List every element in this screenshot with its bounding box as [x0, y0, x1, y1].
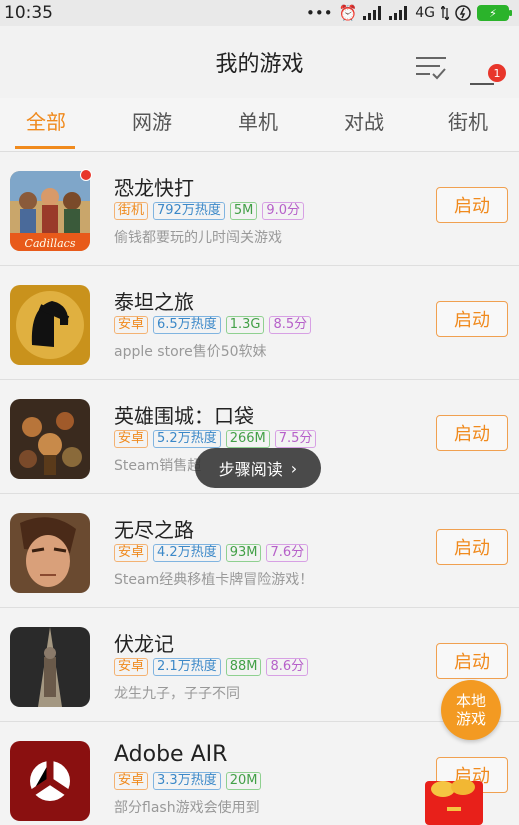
game-tags: 安卓 2.1万热度 88M 8.6分	[114, 658, 309, 676]
game-description: Steam经典移植卡牌冒险游戏！	[114, 572, 314, 588]
tab-arcade[interactable]: 街机	[428, 106, 508, 135]
game-title: 英雄围城：口袋	[114, 404, 254, 428]
launch-button[interactable]: 启动	[436, 301, 508, 337]
signal-icon	[363, 6, 382, 20]
step-reading-toast[interactable]: 步骤阅读 ›	[195, 448, 321, 488]
tag-score: 8.6分	[266, 658, 309, 676]
tag-type: 街机	[114, 202, 149, 220]
tag-size: 266M	[225, 430, 270, 448]
tag-heat: 792万热度	[153, 202, 225, 220]
game-description: apple store售价50软妹	[114, 344, 267, 360]
tag-heat: 3.3万热度	[153, 772, 221, 790]
category-tabs: 全部 网游 单机 对战 街机	[0, 98, 519, 152]
tag-type: 安卓	[114, 316, 149, 334]
tag-heat: 6.5万热度	[153, 316, 221, 334]
tag-size: 5M	[229, 202, 258, 220]
game-tags: 安卓 3.3万热度 20M	[114, 772, 262, 790]
active-tab-indicator	[15, 146, 75, 149]
game-row[interactable]: 无尽之路 安卓 4.2万热度 93M 7.6分 Steam经典移植卡牌冒险游戏！…	[0, 494, 519, 608]
game-icon-fulongji	[10, 627, 90, 707]
launch-button[interactable]: 启动	[436, 415, 508, 451]
status-icons: ••• ⏰ 4G ⚡	[306, 4, 512, 22]
tab-all[interactable]: 全部	[6, 106, 86, 135]
game-tags: 安卓 6.5万热度 1.3G 8.5分	[114, 316, 312, 334]
game-title: 泰坦之旅	[114, 290, 194, 314]
game-title: 伏龙记	[114, 632, 174, 656]
red-envelope-icon[interactable]	[423, 775, 485, 825]
tag-type: 安卓	[114, 658, 149, 676]
game-icon-hero-siege	[10, 399, 90, 479]
tag-heat: 2.1万热度	[153, 658, 221, 676]
tag-heat: 4.2万热度	[153, 544, 221, 562]
notification-badge: 1	[488, 64, 506, 82]
game-icon-titan	[10, 285, 90, 365]
tag-size: 88M	[225, 658, 262, 676]
tag-size: 1.3G	[225, 316, 265, 334]
game-row[interactable]: 泰坦之旅 安卓 6.5万热度 1.3G 8.5分 apple store售价50…	[0, 266, 519, 380]
toast-label: 步骤阅读	[218, 460, 283, 479]
wifi-lock-icon	[455, 5, 471, 21]
launch-button[interactable]: 启动	[436, 187, 508, 223]
game-title: Adobe AIR	[114, 742, 228, 767]
tag-score: 8.5分	[269, 316, 312, 334]
status-time: 10:35	[4, 3, 53, 23]
game-tags: 安卓 5.2万热度 266M 7.5分	[114, 430, 317, 448]
more-dots-icon: •••	[306, 4, 333, 22]
tag-score: 9.0分	[262, 202, 305, 220]
signal-icon-2	[389, 6, 408, 20]
tab-single[interactable]: 单机	[218, 106, 298, 135]
game-tags: 安卓 4.2万热度 93M 7.6分	[114, 544, 309, 562]
alarm-icon: ⏰	[338, 4, 358, 22]
tag-size: 93M	[225, 544, 262, 562]
game-description: Steam销售超	[114, 458, 202, 474]
tag-score: 7.5分	[274, 430, 317, 448]
manage-list-icon[interactable]	[414, 54, 448, 82]
game-title: 恐龙快打	[114, 176, 194, 200]
status-bar: 10:35 ••• ⏰ 4G ⚡	[0, 0, 519, 26]
tag-type: 安卓	[114, 430, 149, 448]
network-type: 4G	[415, 5, 435, 21]
launch-button[interactable]: 启动	[436, 529, 508, 565]
tag-heat: 5.2万热度	[153, 430, 221, 448]
game-description: 部分flash游戏会使用到	[114, 800, 260, 816]
data-arrows-icon	[441, 6, 449, 20]
battery-charging-icon: ⚡	[477, 5, 512, 21]
game-icon-endless-road	[10, 513, 90, 593]
game-icon-dino: Cadillacs	[10, 171, 90, 251]
tag-type: 安卓	[114, 544, 149, 562]
local-games-line1: 本地	[455, 692, 486, 710]
tag-size: 20M	[225, 772, 262, 790]
local-games-line2: 游戏	[455, 710, 486, 728]
tag-score: 7.6分	[266, 544, 309, 562]
tab-battle[interactable]: 对战	[324, 106, 404, 135]
launch-button[interactable]: 启动	[436, 643, 508, 679]
game-row[interactable]: Cadillacs 恐龙快打 街机 792万热度 5M 9.0分 偷钱都要玩的儿…	[0, 152, 519, 266]
local-games-button[interactable]: 本地 游戏	[441, 680, 501, 740]
game-title: 无尽之路	[114, 518, 194, 542]
tag-type: 安卓	[114, 772, 149, 790]
chevron-right-icon: ›	[290, 458, 298, 478]
game-description: 龙生九子，子子不同	[114, 686, 240, 702]
app-header: 我的游戏 1	[0, 26, 519, 98]
new-badge-dot	[80, 169, 92, 181]
tab-online[interactable]: 网游	[112, 106, 192, 135]
game-description: 偷钱都要玩的儿时闯关游戏	[114, 230, 282, 246]
svg-text:Cadillacs: Cadillacs	[25, 237, 76, 250]
game-icon-adobe-air	[10, 741, 90, 821]
game-tags: 街机 792万热度 5M 9.0分	[114, 202, 305, 220]
